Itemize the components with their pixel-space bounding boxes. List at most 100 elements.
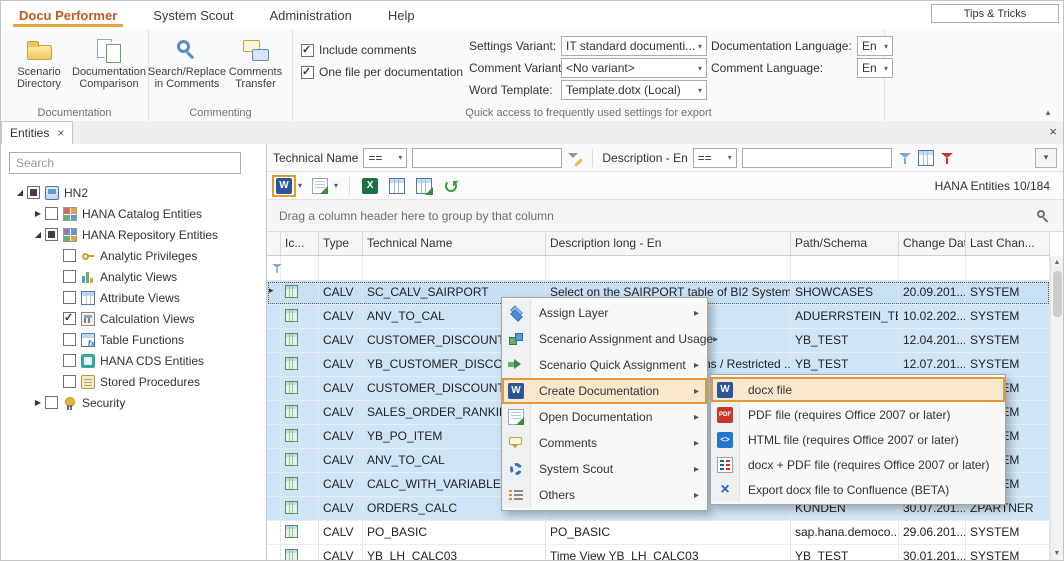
open-documentation-dropdown-icon[interactable] <box>334 181 338 190</box>
cell[interactable]: 20.09.201... <box>899 281 966 304</box>
column-header-change-date[interactable]: Change Date <box>899 232 966 255</box>
menu-item-assign-layer[interactable]: Assign Layer▸ <box>502 300 707 326</box>
tree-checkbox[interactable] <box>63 270 76 283</box>
scroll-up-icon[interactable] <box>1054 256 1061 269</box>
table-row[interactable]: CALVYB_LH_CALC03Time View YB_LH_CALC03YB… <box>267 545 1050 560</box>
cell[interactable]: Time View YB_LH_CALC03 <box>546 545 791 560</box>
technical-name-filter-input[interactable] <box>412 148 562 168</box>
tree-checkbox[interactable] <box>63 333 76 346</box>
expanded-expander-icon[interactable]: ◢ <box>13 188 27 197</box>
table-view-button[interactable] <box>385 175 409 197</box>
description-operator-dropdown[interactable]: == <box>693 148 737 168</box>
cell[interactable]: SYSTEM <box>966 329 1050 352</box>
collapsed-expander-icon[interactable]: ▶ <box>31 209 45 218</box>
tree-item-hana-catalog-entities[interactable]: ▶HANA Catalog Entities <box>1 203 266 224</box>
tree-item-table-functions[interactable]: Table Functions <box>1 329 266 350</box>
menu-item-create-documentation[interactable]: Create Documentation▸ <box>502 378 707 404</box>
tree-checkbox[interactable] <box>63 249 76 262</box>
tree-checkbox[interactable] <box>63 312 76 325</box>
cell[interactable] <box>281 329 319 352</box>
cell[interactable]: 10.02.202... <box>899 305 966 328</box>
tab-entities[interactable]: Entities <box>1 121 73 144</box>
tab-close-icon[interactable] <box>57 126 64 140</box>
tree-checkbox[interactable] <box>63 354 76 367</box>
cell[interactable] <box>281 353 319 376</box>
cell[interactable]: SYSTEM <box>966 545 1050 560</box>
cell[interactable]: CALV <box>319 305 363 328</box>
cell[interactable]: SHOWCASES <box>791 281 899 304</box>
cell[interactable] <box>281 401 319 424</box>
search-icon[interactable] <box>1035 208 1051 224</box>
filter-cell-ic[interactable] <box>281 256 319 280</box>
cell[interactable]: PO_BASIC <box>546 521 791 544</box>
panel-close-icon[interactable] <box>1049 124 1057 139</box>
cell[interactable]: CALV <box>319 353 363 376</box>
table-export-button[interactable] <box>412 175 436 197</box>
menu-item-scenario-assignment-and-usage[interactable]: Scenario Assignment and Usage▸ <box>502 326 707 352</box>
menu-item-system-scout[interactable]: System Scout▸ <box>502 456 707 482</box>
filter-grid-icon[interactable] <box>918 150 934 166</box>
cell[interactable]: YB_TEST <box>791 329 899 352</box>
vertical-scrollbar[interactable] <box>1050 256 1063 560</box>
refresh-button[interactable] <box>439 175 463 197</box>
include-comments-checkbox[interactable]: Include comments <box>301 39 463 61</box>
cell[interactable]: CALV <box>319 473 363 496</box>
menu-item-pdf-file-requires-office-2007-or-later[interactable]: PDF file (requires Office 2007 or later) <box>711 402 1005 427</box>
tree-item-hana-repository-entities[interactable]: ◢HANA Repository Entities <box>1 224 266 245</box>
column-header-type[interactable]: Type <box>319 232 363 255</box>
filter-cell-last-chan[interactable] <box>966 256 1050 280</box>
cell[interactable]: CALV <box>319 449 363 472</box>
clear-filter-icon[interactable] <box>939 150 955 166</box>
scroll-down-icon[interactable] <box>1054 547 1061 560</box>
cell[interactable]: SYSTEM <box>966 353 1050 376</box>
tree-checkbox[interactable] <box>45 207 58 220</box>
technical-name-operator-dropdown[interactable]: == <box>363 148 407 168</box>
description-filter-input[interactable] <box>742 148 892 168</box>
filter-cell-change-date[interactable] <box>899 256 966 280</box>
menu-item-open-documentation[interactable]: Open Documentation▸ <box>502 404 707 430</box>
settings-variant-dropdown[interactable]: IT standard documenti... <box>561 36 707 56</box>
search-input[interactable] <box>9 152 241 174</box>
filter-cell-technical-name[interactable] <box>363 256 546 280</box>
cell[interactable] <box>281 305 319 328</box>
menubar-item-docu-performer[interactable]: Docu Performer <box>1 1 135 29</box>
column-header-technical-name[interactable]: Technical Name <box>363 232 546 255</box>
tree-item-security[interactable]: ▶Security <box>1 392 266 413</box>
cell[interactable] <box>281 521 319 544</box>
cell[interactable]: CALV <box>319 545 363 560</box>
cell[interactable]: CALV <box>319 425 363 448</box>
row-filter-cell[interactable] <box>267 256 281 280</box>
column-header-description-long-en[interactable]: Description long - En <box>546 232 791 255</box>
comments-transfer-button[interactable]: Comments Transfer <box>223 33 288 97</box>
cell[interactable]: CALV <box>319 497 363 520</box>
menu-item-export-docx-file-to-confluence-beta[interactable]: Export docx file to Confluence (BETA) <box>711 477 1005 502</box>
one-file-per-documentation-checkbox[interactable]: One file per documentation <box>301 61 463 83</box>
menubar-item-help[interactable]: Help <box>370 1 433 29</box>
tree-item-hana-cds-entities[interactable]: HANA CDS Entities <box>1 350 266 371</box>
filter-cell-type[interactable] <box>319 256 363 280</box>
cell[interactable]: YB_TEST <box>791 353 899 376</box>
tree-item-attribute-views[interactable]: Attribute Views <box>1 287 266 308</box>
cell[interactable] <box>281 449 319 472</box>
collapse-ribbon-button[interactable] <box>1039 105 1057 119</box>
cell[interactable] <box>281 497 319 520</box>
create-docx-dropdown-icon[interactable] <box>298 181 302 190</box>
tree-checkbox[interactable] <box>45 396 58 409</box>
menu-item-others[interactable]: Others▸ <box>502 482 707 508</box>
menu-item-docx-file[interactable]: docx file <box>711 377 1005 402</box>
cell[interactable] <box>281 473 319 496</box>
search-replace-in-comments-button[interactable]: Search/Replace in Comments <box>153 33 221 97</box>
tree-checkbox[interactable] <box>63 375 76 388</box>
cell[interactable]: YB_TEST <box>791 545 899 560</box>
cell[interactable]: SYSTEM <box>966 305 1050 328</box>
comment-variant-dropdown[interactable]: <No variant> <box>561 58 707 78</box>
filter-cell-path-schema[interactable] <box>791 256 899 280</box>
expand-filter-panel-button[interactable] <box>1035 148 1057 168</box>
cell[interactable] <box>281 377 319 400</box>
column-header-ic[interactable]: Ic... <box>281 232 319 255</box>
cell[interactable]: CALV <box>319 329 363 352</box>
tree-checkbox[interactable] <box>63 291 76 304</box>
scrollbar-thumb[interactable] <box>1053 271 1062 317</box>
cell[interactable]: sap.hana.democo... <box>791 521 899 544</box>
cell[interactable]: CALV <box>319 401 363 424</box>
